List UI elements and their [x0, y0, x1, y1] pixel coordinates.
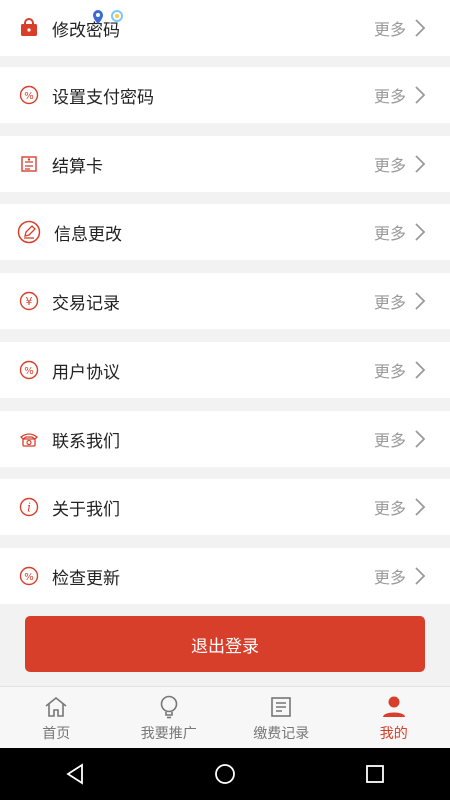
svg-text:¥: ¥ [26, 295, 33, 308]
percent-circle-icon: % [18, 359, 40, 381]
bottom-tab-bar: 首页 我要推广 缴费记录 我的 [0, 686, 450, 749]
menu-item-about-us[interactable]: i 关于我们 更多 [0, 479, 450, 535]
chevron-right-icon [414, 154, 428, 174]
svg-text:i: i [27, 501, 31, 515]
tab-label: 我的 [379, 725, 408, 742]
chevron-right-icon [414, 222, 428, 242]
chevron-right-icon [414, 85, 428, 105]
edit-circle-icon [16, 219, 42, 245]
yen-circle-icon: ¥ [18, 290, 40, 312]
tab-mine[interactable]: 我的 [338, 687, 450, 749]
info-circle-icon: i [18, 496, 40, 518]
chevron-right-icon [414, 566, 428, 586]
chevron-right-icon [414, 360, 428, 380]
system-nav-bar [0, 748, 450, 800]
tab-payment-records[interactable]: 缴费记录 [225, 687, 338, 749]
back-icon[interactable] [55, 754, 95, 794]
card-icon [18, 153, 40, 175]
percent-circle-icon: % [18, 565, 40, 587]
percent-circle-icon: % [18, 84, 40, 106]
chevron-right-icon [414, 18, 428, 38]
location-pin-icon [90, 8, 130, 28]
menu-item-label: 信息更改 [54, 224, 122, 245]
more-text: 更多 [373, 568, 406, 587]
shopping-bag-icon [18, 17, 40, 39]
telephone-icon [18, 428, 40, 450]
menu-item-info-change[interactable]: 信息更改 更多 [0, 204, 450, 260]
logout-container: 退出登录 [25, 616, 425, 672]
chevron-right-icon [414, 291, 428, 311]
menu-item-label: 联系我们 [52, 431, 120, 452]
home-icon [43, 694, 69, 720]
tab-promote[interactable]: 我要推广 [113, 687, 226, 749]
tab-label: 首页 [42, 725, 71, 742]
menu-item-check-update[interactable]: % 检查更新 更多 [0, 548, 450, 604]
notepad-icon [269, 694, 293, 720]
logout-button[interactable]: 退出登录 [25, 616, 425, 672]
more-text: 更多 [373, 156, 406, 175]
menu-item-label: 交易记录 [52, 293, 120, 314]
chevron-right-icon [414, 429, 428, 449]
menu-item-contact-us[interactable]: 联系我们 更多 [0, 411, 450, 467]
menu-item-label: 设置支付密码 [52, 87, 154, 108]
menu-item-label: 用户协议 [52, 362, 120, 383]
tab-label: 缴费记录 [253, 725, 310, 742]
menu-item-user-agreement[interactable]: % 用户协议 更多 [0, 342, 450, 398]
more-text: 更多 [373, 431, 406, 450]
menu-item-set-payment-password[interactable]: % 设置支付密码 更多 [0, 67, 450, 123]
menu-item-change-password[interactable]: 修改密码 更多 [0, 0, 450, 56]
svg-text:%: % [24, 91, 34, 102]
menu-item-label: 检查更新 [52, 568, 120, 589]
home-circle-icon[interactable] [205, 754, 245, 794]
more-text: 更多 [373, 499, 406, 518]
svg-text:%: % [24, 366, 34, 377]
more-text: 更多 [373, 362, 406, 381]
person-icon [381, 694, 407, 720]
more-text: 更多 [373, 224, 406, 243]
tab-home[interactable]: 首页 [0, 687, 113, 749]
recents-icon[interactable] [355, 754, 395, 794]
more-text: 更多 [373, 87, 406, 106]
menu-item-settlement-card[interactable]: 结算卡 更多 [0, 136, 450, 192]
tab-label: 我要推广 [140, 725, 197, 742]
svg-text:%: % [24, 572, 34, 583]
more-text: 更多 [373, 20, 406, 39]
menu-item-label: 结算卡 [52, 156, 103, 177]
chevron-right-icon [414, 497, 428, 517]
lightbulb-icon [157, 694, 181, 720]
menu-item-transaction-records[interactable]: ¥ 交易记录 更多 [0, 273, 450, 329]
menu-item-label: 关于我们 [52, 499, 120, 520]
more-text: 更多 [373, 293, 406, 312]
